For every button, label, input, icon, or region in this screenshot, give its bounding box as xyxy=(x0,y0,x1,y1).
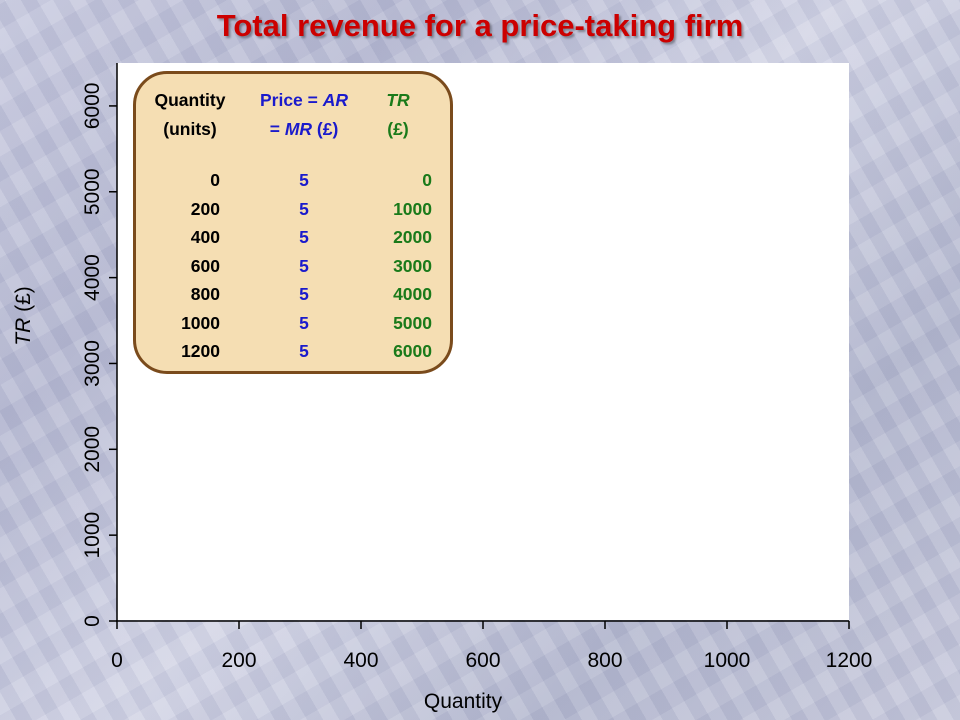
x-tick-label: 200 xyxy=(221,649,256,672)
y-tick-label: 4000 xyxy=(81,254,104,301)
price-cell: 5 xyxy=(299,341,309,361)
x-tick-label: 1200 xyxy=(826,649,873,672)
quantity-header-line1: Quantity xyxy=(154,90,226,110)
x-axis-ticks: 0 200 400 600 800 1000 1200 xyxy=(111,621,872,672)
y-tick-label: 3000 xyxy=(81,340,104,387)
x-axis-title: Quantity xyxy=(424,690,503,713)
y-tick-label: 1000 xyxy=(81,512,104,559)
tr-header-line2: (£) xyxy=(387,119,409,139)
quantity-cell: 600 xyxy=(190,255,220,276)
tr-cell: 2000 xyxy=(393,227,432,247)
price-header-line1: Price = AR xyxy=(259,90,349,110)
quantity-header-line2: (units) xyxy=(163,119,217,139)
y-axis-title: TR (£) xyxy=(12,286,35,346)
x-tick-label: 400 xyxy=(343,649,378,672)
tr-cell: 3000 xyxy=(393,255,432,276)
price-cell: 5 xyxy=(299,198,309,219)
quantity-cell: 200 xyxy=(190,198,220,219)
price-cell: 5 xyxy=(299,227,309,247)
x-tick-label: 600 xyxy=(465,649,500,672)
price-cell: 5 xyxy=(299,170,309,190)
price-cell: 5 xyxy=(299,312,309,333)
tr-cell: 5000 xyxy=(393,312,432,333)
x-tick-label: 800 xyxy=(587,649,622,672)
y-tick-label: 5000 xyxy=(81,168,104,215)
revenue-table: Quantity (units) 0 200 400 600 800 1000 1200 P… xyxy=(133,71,453,374)
price-cell: 5 xyxy=(299,284,309,304)
quantity-cell: 800 xyxy=(190,284,220,304)
tr-cell: 4000 xyxy=(393,284,432,304)
tr-cell: 1000 xyxy=(393,198,432,219)
y-tick-label: 6000 xyxy=(81,83,104,130)
quantity-cell: 400 xyxy=(190,227,220,247)
x-tick-label: 0 xyxy=(111,649,123,672)
quantity-cell: 1200 xyxy=(181,341,220,361)
x-tick-label: 1000 xyxy=(704,649,751,672)
tr-cell: 0 xyxy=(422,170,432,190)
y-tick-label: 0 xyxy=(81,615,104,627)
tr-cell: 6000 xyxy=(393,341,432,361)
y-tick-label: 2000 xyxy=(81,426,104,473)
y-axis-ticks: 0 1000 2000 3000 4000 5000 6000 xyxy=(81,83,117,627)
quantity-cell: 1000 xyxy=(181,312,220,333)
tr-header-line1: TR xyxy=(386,90,410,110)
price-header-line2: = MR (£) xyxy=(269,119,339,139)
quantity-cell: 0 xyxy=(210,170,220,190)
price-cell: 5 xyxy=(299,255,309,276)
